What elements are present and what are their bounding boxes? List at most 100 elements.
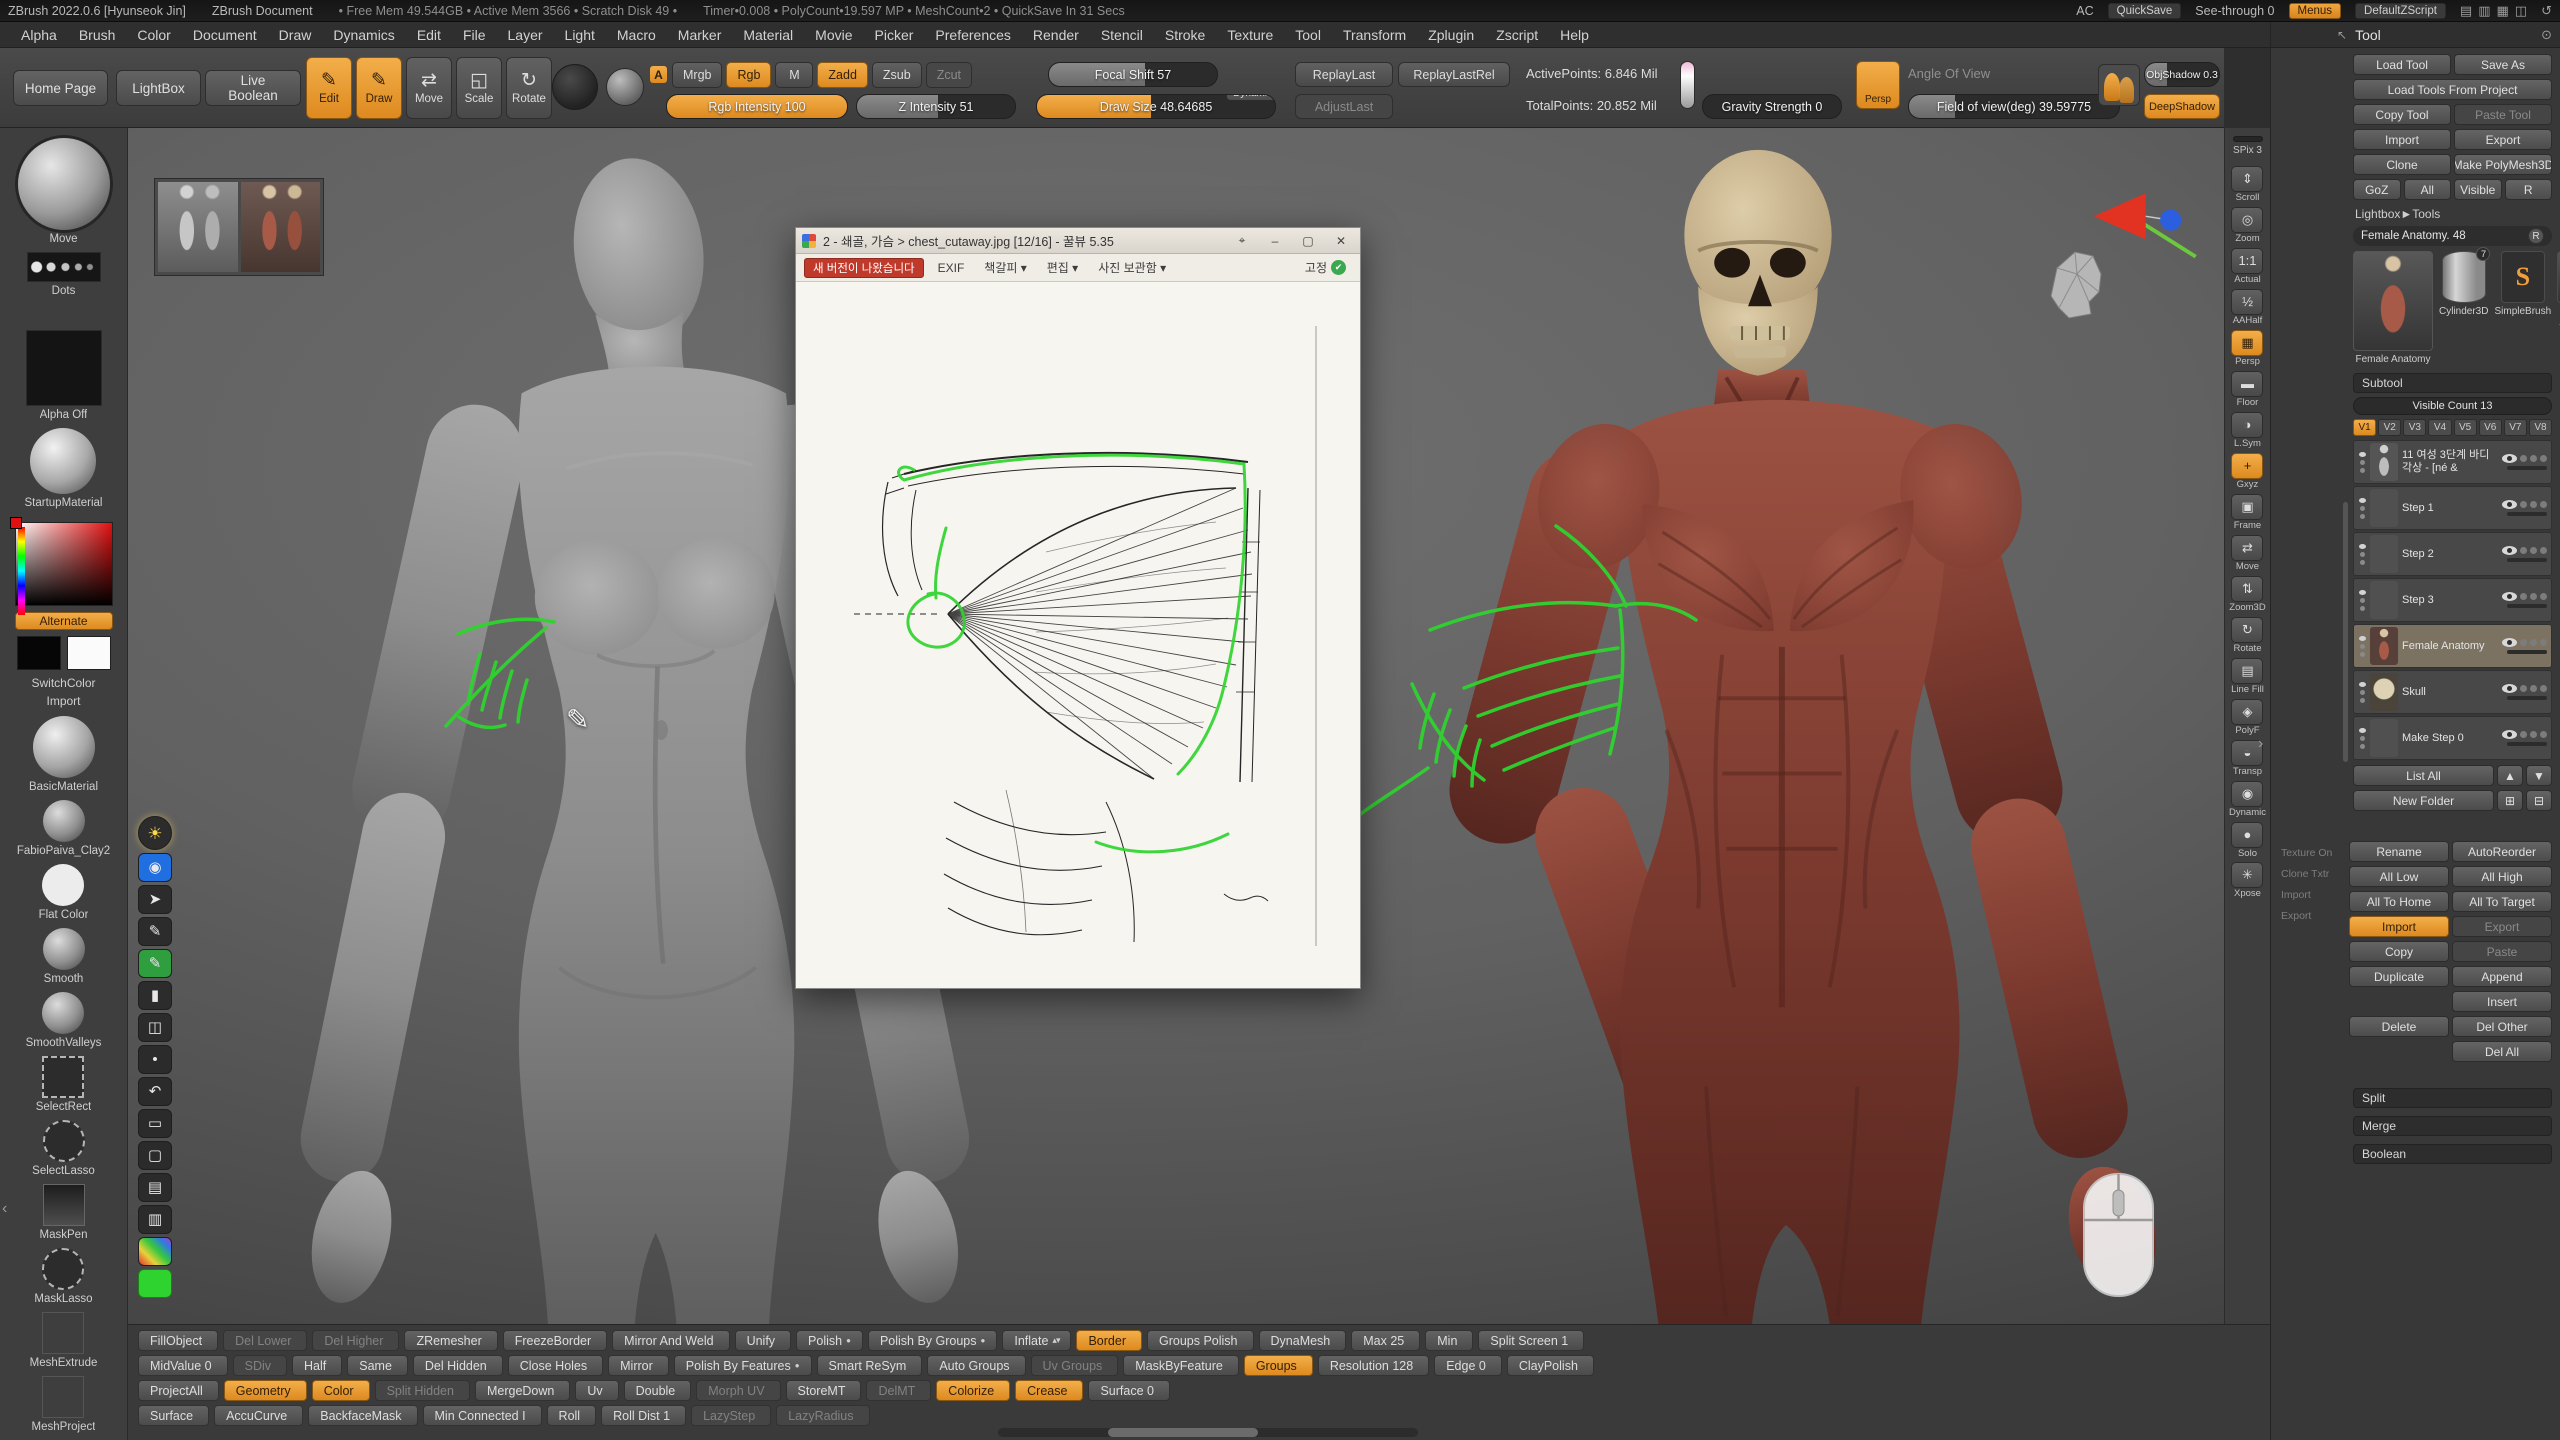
tray-button[interactable]: Geometry — [224, 1380, 307, 1401]
tray-button[interactable]: Same — [347, 1355, 408, 1376]
menu-item[interactable]: Light — [554, 22, 606, 48]
subtool-section-header[interactable]: Subtool — [2353, 373, 2552, 393]
panel-menu-icon[interactable]: ⊙ — [2541, 27, 2552, 43]
tray-button[interactable]: AccuCurve — [214, 1405, 303, 1426]
menus-button[interactable]: Menus — [2289, 3, 2342, 19]
visibility-eye-icon[interactable] — [2502, 638, 2517, 647]
bulb-icon[interactable]: ☀ — [138, 816, 172, 850]
mode-button[interactable]: ✎ Draw — [356, 57, 402, 119]
reference-thumbnail-gray[interactable] — [158, 182, 238, 272]
eraser-icon[interactable]: ◫ — [138, 1013, 172, 1042]
tray-button[interactable]: Del Hidden — [413, 1355, 503, 1376]
subtool-op-button[interactable]: Del Other — [2452, 1016, 2552, 1037]
tray-button[interactable]: Mirror — [608, 1355, 669, 1376]
paint-mode-button[interactable]: Zsub — [872, 62, 922, 88]
menu-item[interactable]: Movie — [804, 22, 863, 48]
tray-button[interactable]: FillObject — [138, 1330, 218, 1351]
clipboard-icon[interactable]: ▤ — [138, 1173, 172, 1202]
right-shelf-button[interactable]: ◈ PolyF — [2231, 699, 2263, 736]
tray-button[interactable]: Uv Groups — [1031, 1355, 1119, 1376]
tray-scrollbar-handle[interactable] — [1108, 1428, 1258, 1437]
tool-slot[interactable]: SimpleBrush — [2494, 251, 2551, 365]
left-bar-item[interactable]: MaskPen — [40, 1184, 88, 1241]
undo-icon[interactable]: ↶ — [138, 1077, 172, 1106]
close-button[interactable]: ✕ — [1328, 234, 1354, 248]
visibility-eye-icon[interactable] — [2502, 546, 2517, 555]
tray-button[interactable]: Groups Polish — [1147, 1330, 1254, 1351]
subtool-mini-slider[interactable] — [2507, 466, 2547, 470]
subtool-mini-slider[interactable] — [2507, 604, 2547, 608]
tool-panel-button[interactable]: R — [2505, 179, 2553, 200]
right-shelf-button[interactable]: 1:1 Actual — [2231, 248, 2263, 285]
pin-window-icon[interactable]: ⌖ — [1229, 233, 1255, 248]
perspective-icon[interactable]: Persp — [1856, 61, 1900, 109]
right-shelf-button[interactable]: ▬ Floor — [2231, 371, 2263, 408]
menu-item[interactable]: Macro — [606, 22, 667, 48]
see-through-slider[interactable]: See-through 0 — [2195, 4, 2274, 18]
highlighter-icon[interactable]: ▮ — [138, 981, 172, 1010]
switch-color-button[interactable]: SwitchColor — [25, 675, 101, 691]
left-bar-item[interactable]: SmoothValleys — [26, 992, 102, 1049]
folder-collapse-button[interactable]: ⊟ — [2526, 790, 2552, 811]
main-color-swatch[interactable] — [17, 636, 61, 670]
mode-button[interactable]: ✎ Edit — [306, 57, 352, 119]
live-boolean-button[interactable]: Live Boolean — [205, 70, 301, 106]
menu-item[interactable]: Layer — [497, 22, 554, 48]
tray-button[interactable]: Split Hidden — [375, 1380, 470, 1401]
subtool-op-button[interactable]: Copy — [2349, 941, 2449, 962]
subtool-row[interactable]: Female Anatomy — [2353, 624, 2552, 668]
subtool-row[interactable]: 11 여성 3단계 바디 각상 - [né & — [2353, 440, 2552, 484]
left-bar-item[interactable]: MeshProject — [32, 1376, 96, 1433]
mode-button[interactable]: ⇄ Move — [406, 57, 452, 119]
gravity-strength-slider[interactable]: Gravity Strength 0 — [1702, 94, 1842, 119]
right-shelf-button[interactable]: ▣ Frame — [2231, 494, 2263, 531]
import-texture-button[interactable]: Import — [40, 693, 86, 709]
default-zscript-button[interactable]: DefaultZScript — [2355, 3, 2446, 19]
menu-item[interactable]: File — [452, 22, 497, 48]
spix-slider[interactable]: SPix 3 — [2233, 136, 2263, 156]
color-picker[interactable] — [15, 522, 113, 606]
version-tab[interactable]: V7 — [2504, 419, 2527, 436]
alternate-button[interactable]: Alternate — [15, 612, 113, 630]
replay-last-rel-button[interactable]: ReplayLastRel — [1398, 62, 1510, 87]
tray-button[interactable]: LazyStep — [691, 1405, 771, 1426]
tray-button[interactable]: Roll Dist 1 — [601, 1405, 686, 1426]
tray-button[interactable]: Roll — [547, 1405, 597, 1426]
lightbox-tools-link[interactable]: Lightbox►Tools — [2355, 207, 2552, 221]
edit-menu[interactable]: 편집 ▾ — [1041, 257, 1084, 279]
menu-item[interactable]: Dynamics — [322, 22, 405, 48]
subtool-mini-slider[interactable] — [2507, 696, 2547, 700]
paint-mode-button[interactable]: Zadd — [817, 62, 868, 88]
deepshadow-button[interactable]: DeepShadow — [2144, 94, 2220, 119]
tray-button[interactable]: Colorize — [936, 1380, 1010, 1401]
tray-button[interactable]: ClayPolish — [1507, 1355, 1594, 1376]
tool-slot[interactable]: 7 Cylinder3D — [2439, 251, 2488, 365]
tray-button[interactable]: ProjectAll — [138, 1380, 219, 1401]
tray-button[interactable]: Close Holes — [508, 1355, 603, 1376]
version-tab[interactable]: V6 — [2479, 419, 2502, 436]
left-bar-item[interactable]: Smooth — [43, 928, 85, 985]
hue-strip[interactable] — [18, 527, 25, 615]
subtool-row[interactable]: Step 1 — [2353, 486, 2552, 530]
subtool-row[interactable]: Skull — [2353, 670, 2552, 714]
current-tool-name[interactable]: Female Anatomy. 48 R — [2353, 226, 2552, 246]
collapsed-section-header[interactable]: Boolean — [2353, 1144, 2552, 1164]
subtool-op-button[interactable]: Del All — [2452, 1041, 2552, 1062]
version-tab[interactable]: V1 — [2353, 419, 2376, 436]
menu-item[interactable]: Transform — [1332, 22, 1417, 48]
subtool-row[interactable]: Step 2 — [2353, 532, 2552, 576]
visible-count-slider[interactable]: Visible Count 13 — [2353, 397, 2552, 415]
objshadow-slider[interactable]: ObjShadow 0.3 — [2144, 62, 2220, 87]
dynamic-toggle[interactable]: Dynamic — [1226, 94, 1276, 101]
image-viewer-window[interactable]: 2 - 쇄골, 가슴 > chest_cutaway.jpg [12/16] -… — [795, 227, 1361, 989]
ac-toggle[interactable]: AC — [2076, 4, 2093, 18]
spotlight-reference-thumbnails[interactable] — [154, 178, 324, 276]
bookmark-menu[interactable]: 책갈피 ▾ — [978, 257, 1032, 279]
subtool-op-button[interactable]: All To Target — [2452, 891, 2552, 912]
tray-button[interactable]: Polish — [796, 1330, 863, 1351]
visibility-eye-icon[interactable] — [2502, 592, 2517, 601]
version-tab[interactable]: V4 — [2428, 419, 2451, 436]
ui-layout-icon[interactable]: ◫ — [2515, 3, 2527, 19]
right-shelf-button[interactable]: ⇄ Move — [2231, 535, 2263, 572]
collapsed-palette-label[interactable]: Import — [2281, 889, 2345, 901]
